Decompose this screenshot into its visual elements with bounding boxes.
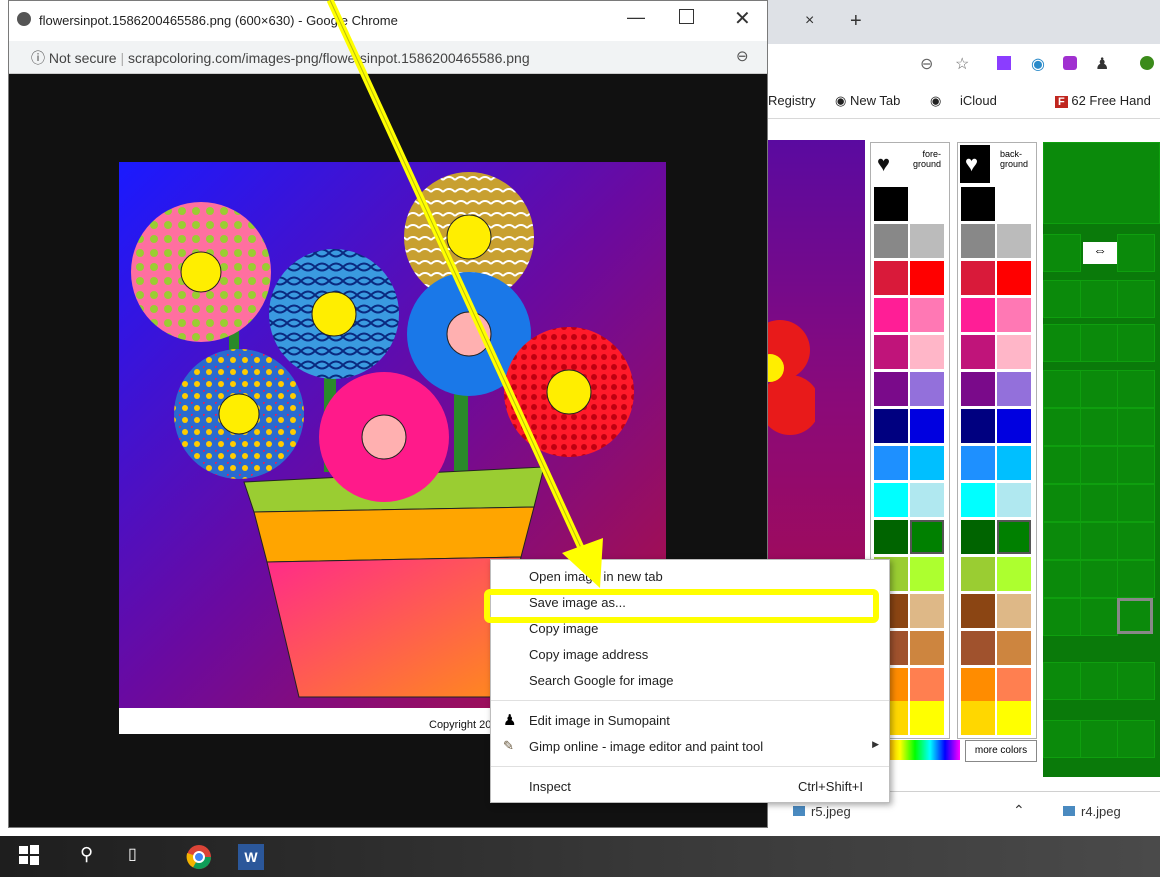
arrow-annotation	[326, 0, 603, 588]
task-view-icon[interactable]: ▯	[128, 844, 154, 870]
chrome-icon[interactable]	[186, 844, 212, 870]
word-icon[interactable]: W	[238, 844, 264, 870]
windows-start-icon[interactable]	[18, 844, 44, 870]
windows-taskbar: ⚲ ▯ W	[0, 836, 1160, 877]
search-icon[interactable]: ⚲	[80, 844, 106, 870]
